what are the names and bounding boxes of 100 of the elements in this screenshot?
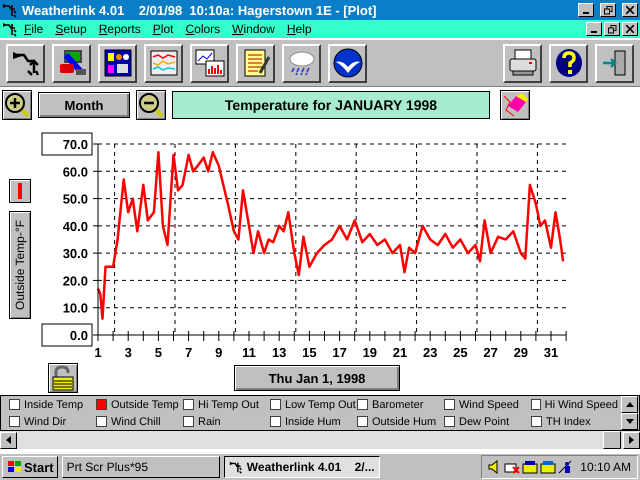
x-tick-label: 25 (453, 345, 468, 360)
window-title: Weatherlink 4.01 2/01/98 10:10a: Hagerstown 1E - [Plot] (22, 2, 378, 18)
legend-checkbox[interactable]: Barometer (357, 396, 444, 413)
horizontal-scrollbar[interactable] (0, 431, 640, 449)
eraser-icon (502, 92, 528, 118)
legend-checkbox[interactable]: Outside Temp (96, 396, 183, 413)
restore-button[interactable] (600, 3, 616, 17)
axis-limit-field[interactable] (42, 324, 92, 346)
close-button[interactable] (622, 22, 638, 36)
right-arrow-icon (629, 436, 634, 444)
date-button[interactable]: Thu Jan 1, 1998 (234, 365, 400, 391)
checkbox[interactable] (444, 399, 455, 410)
start-button[interactable]: Start (2, 456, 58, 478)
toolbar-button[interactable] (144, 44, 183, 82)
toolbar-button[interactable] (52, 44, 91, 82)
legend-checkbox[interactable]: Inside Hum (270, 413, 357, 430)
menu-item[interactable]: File (18, 22, 50, 36)
x-tick-label: 5 (154, 345, 162, 360)
checkbox[interactable] (9, 399, 20, 410)
legend-checkbox[interactable]: Dew Point (444, 413, 531, 430)
x-tick-label: 7 (184, 345, 192, 360)
legend-checkbox[interactable]: Low Temp Out (270, 396, 357, 413)
checkbox[interactable] (531, 399, 541, 410)
restore-button[interactable] (604, 22, 620, 36)
menu-item[interactable]: Reports (92, 22, 147, 36)
minimize-button[interactable] (586, 22, 602, 36)
toolbar-button[interactable] (98, 44, 137, 82)
close-icon (626, 6, 634, 14)
zoom-in-button[interactable] (2, 90, 32, 120)
zoom-out-button[interactable] (136, 90, 166, 120)
legend-checkbox[interactable]: Hi Wind Speed (531, 396, 618, 413)
y-tick-label: 70.0 (62, 137, 88, 152)
menu-item[interactable]: Setup (49, 22, 93, 36)
toolbar-button[interactable] (282, 44, 321, 82)
plot-title: Temperature for JANUARY 1998 (172, 91, 490, 119)
legend-checkbox[interactable]: Hi Temp Out (183, 396, 270, 413)
toolbar-button[interactable] (549, 44, 588, 82)
menu-item[interactable]: Window (226, 22, 281, 36)
toolbar-button[interactable] (236, 44, 275, 82)
folder-icon (522, 460, 538, 474)
menu-item[interactable]: Help (280, 22, 318, 36)
restore-icon (608, 24, 616, 34)
axis-limit-field[interactable] (42, 132, 92, 156)
menu-item[interactable]: Plot (146, 22, 180, 36)
control-panel-icon (102, 47, 134, 79)
legend-checkbox[interactable]: Wind Dir (9, 413, 96, 430)
scroll-thumb[interactable] (603, 431, 621, 449)
toolbar-button[interactable] (6, 44, 45, 82)
scroll-down-button[interactable] (621, 413, 638, 430)
y-tick-label: 10.0 (62, 300, 88, 316)
toolbar-button[interactable] (328, 44, 367, 82)
checkbox[interactable] (357, 399, 368, 410)
x-tick-label: 15 (302, 345, 317, 360)
legend-checkbox[interactable]: Wind Speed (444, 396, 531, 413)
toolbar-button[interactable] (503, 44, 542, 82)
checkbox[interactable] (531, 416, 542, 427)
scroll-right-button[interactable] (623, 432, 640, 448)
x-tick-label: 27 (483, 345, 498, 360)
checkbox[interactable] (96, 416, 107, 427)
windows-logo-icon (6, 460, 22, 474)
up-arrow-icon (626, 402, 634, 407)
legend-checkbox[interactable]: TH Index (531, 413, 618, 430)
menu-item[interactable]: Colors (179, 22, 226, 36)
x-tick-label: 1 (94, 345, 102, 360)
lock-button[interactable] (48, 363, 78, 393)
checkbox[interactable] (9, 416, 20, 427)
weather-vane-icon (228, 459, 243, 475)
padlock-icon (51, 365, 75, 391)
legend-checkbox[interactable]: Wind Chill (96, 413, 183, 430)
toolbar-button[interactable] (190, 44, 229, 82)
weather-vane-icon (2, 2, 18, 18)
minimize-button[interactable] (578, 3, 594, 17)
period-button[interactable]: Month (38, 92, 130, 118)
checkbox[interactable] (183, 399, 194, 410)
close-button[interactable] (622, 3, 638, 17)
legend-checkbox[interactable]: Rain (183, 413, 270, 430)
axis-label-button[interactable]: Outside Temp-°F (9, 211, 31, 319)
close-icon (626, 25, 634, 33)
restore-icon (604, 6, 612, 14)
left-arrow-icon (6, 436, 11, 444)
taskbar-button[interactable]: Weatherlink 4.01 2/... (224, 456, 380, 478)
eraser-button[interactable] (500, 90, 530, 120)
y-tick-label: 60.0 (62, 164, 88, 180)
taskbar-button[interactable]: Prt Scr Plus*95 (62, 456, 220, 478)
clock: 10:10 AM (580, 460, 631, 474)
folder-icon (540, 460, 556, 474)
y-tick-label: 30.0 (62, 246, 88, 262)
checkbox[interactable] (270, 399, 281, 410)
scroll-left-button[interactable] (0, 432, 17, 448)
scroll-up-button[interactable] (621, 396, 638, 413)
series-color-button[interactable] (9, 179, 31, 203)
checkbox[interactable] (357, 416, 368, 427)
legend-checkbox[interactable]: Outside Hum (357, 413, 444, 430)
checkbox[interactable] (183, 416, 194, 427)
legend-checkbox[interactable]: Inside Temp (9, 396, 96, 413)
x-tick-label: 23 (422, 345, 438, 360)
checkbox[interactable] (444, 416, 455, 427)
checkbox[interactable] (96, 399, 107, 410)
toolbar-button[interactable] (595, 44, 634, 82)
checkbox[interactable] (270, 416, 281, 427)
